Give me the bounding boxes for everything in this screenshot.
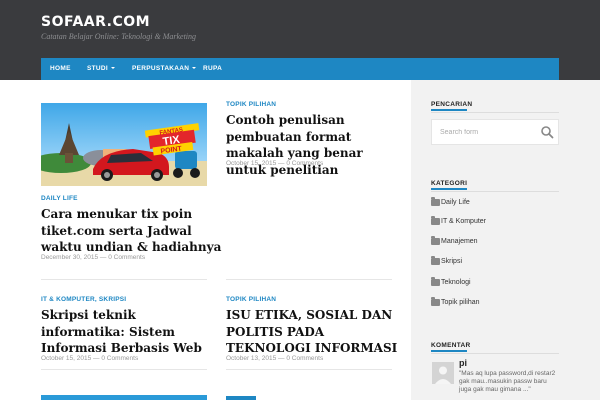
post-title[interactable]: ISU ETIKA, SOSIAL DAN POLITIS PADA TEKNO… xyxy=(226,307,402,357)
site-tagline: Catatan Belajar Online: Teknologi & Mark… xyxy=(41,32,197,41)
nav-rupa-label: RUPA xyxy=(203,65,223,72)
post-divider xyxy=(226,279,392,280)
post-title[interactable]: Contoh penulisan pembuatan format makala… xyxy=(226,112,398,178)
post-comments-link[interactable]: 0 Comments xyxy=(286,355,323,362)
search-button[interactable] xyxy=(536,120,558,144)
nav-studi-label: STUDI xyxy=(87,65,108,72)
post-date: October 15, 2015 xyxy=(226,160,277,167)
folder-icon xyxy=(431,277,440,286)
widget-divider xyxy=(431,191,559,192)
meta-separator: — xyxy=(99,254,107,261)
post-comments-link[interactable]: 0 Comments xyxy=(101,355,138,362)
post-category-partial[interactable] xyxy=(226,396,256,400)
category-label: Teknologi xyxy=(441,279,471,286)
nav-item-studi[interactable]: STUDI xyxy=(87,58,115,80)
post-divider xyxy=(226,369,392,370)
category-label: Skripsi xyxy=(441,258,463,265)
post-category[interactable]: TOPIK PILIHAN xyxy=(226,101,276,108)
post-divider xyxy=(41,279,207,280)
widget-divider xyxy=(431,353,559,354)
search-form xyxy=(431,119,559,145)
promo-banner-image: FANTAS TIX POINT xyxy=(41,103,207,186)
comment-excerpt[interactable]: "Mas aq lupa password,di restar2 gak mau… xyxy=(459,370,559,394)
comment-author[interactable]: pi xyxy=(459,358,467,368)
chevron-down-icon xyxy=(192,67,197,70)
post-category[interactable]: TOPIK PILIHAN xyxy=(226,296,276,303)
post-date: October 13, 2015 xyxy=(226,355,277,362)
folder-icon xyxy=(431,236,440,245)
post-meta: October 13, 2015 — 0 Comments xyxy=(226,355,323,362)
post-date: December 30, 2015 xyxy=(41,254,99,261)
post-date: October 15, 2015 xyxy=(41,355,92,362)
meta-separator: — xyxy=(93,355,100,362)
post-thumbnail[interactable]: FANTAS TIX POINT xyxy=(41,103,207,186)
title-underline xyxy=(431,109,467,111)
category-label: IT & Komputer xyxy=(441,218,487,225)
site-title[interactable]: SOFAAR.COM xyxy=(41,14,150,30)
post-title[interactable]: Skripsi teknik informatika: Sistem Infor… xyxy=(41,307,213,357)
avatar[interactable] xyxy=(432,362,454,384)
meta-separator: — xyxy=(278,160,285,167)
widget-title-text: KOMENTAR xyxy=(431,342,471,349)
widget-title-text: PENCARIAN xyxy=(431,101,473,108)
user-icon xyxy=(432,362,454,384)
widget-title-search: PENCARIAN xyxy=(431,101,473,111)
category-label: Manajemen xyxy=(441,238,478,245)
post-comments-link[interactable]: 0 Comments xyxy=(286,160,323,167)
post-comments-link[interactable]: 0 Comments xyxy=(108,254,145,261)
widget-title-text: KATEGORI xyxy=(431,180,468,187)
chevron-down-icon xyxy=(111,67,115,70)
title-underline xyxy=(431,350,467,352)
post-thumbnail-partial[interactable] xyxy=(41,395,207,400)
nav-item-rupa[interactable]: RUPA xyxy=(203,58,222,80)
nav-item-perpustakaan[interactable]: PERPUSTAKAAN xyxy=(132,58,197,80)
meta-separator: — xyxy=(278,355,285,362)
title-underline xyxy=(431,188,467,190)
post-meta: October 15, 2015 — 0 Comments xyxy=(226,160,323,167)
post-category[interactable]: DAILY LIFE xyxy=(41,195,78,202)
widget-title-kategori: KATEGORI xyxy=(431,180,468,190)
nav-perpustakaan-label: PERPUSTAKAAN xyxy=(132,65,190,72)
folder-icon xyxy=(431,256,440,265)
folder-icon xyxy=(431,216,440,225)
widget-title-komentar: KOMENTAR xyxy=(431,342,471,352)
category-label: Daily Life xyxy=(441,199,470,206)
category-label: Topik pilihan xyxy=(441,299,480,306)
post-title[interactable]: Cara menukar tix poin tiket.com serta Ja… xyxy=(41,206,231,256)
search-icon xyxy=(541,126,554,139)
search-input[interactable] xyxy=(432,120,532,144)
post-meta: October 15, 2015 — 0 Comments xyxy=(41,355,138,362)
nav-item-home[interactable]: HOME xyxy=(50,58,71,80)
widget-divider xyxy=(431,112,559,113)
folder-icon xyxy=(431,297,440,306)
post-divider xyxy=(41,369,207,370)
post-category[interactable]: IT & KOMPUTER, SKRIPSI xyxy=(41,296,126,303)
nav-home-label: HOME xyxy=(50,65,71,72)
post-meta: December 30, 2015 — 0 Comments xyxy=(41,254,145,261)
main-nav: HOME STUDI PERPUSTAKAAN RUPA xyxy=(41,58,559,80)
folder-icon xyxy=(431,197,440,206)
